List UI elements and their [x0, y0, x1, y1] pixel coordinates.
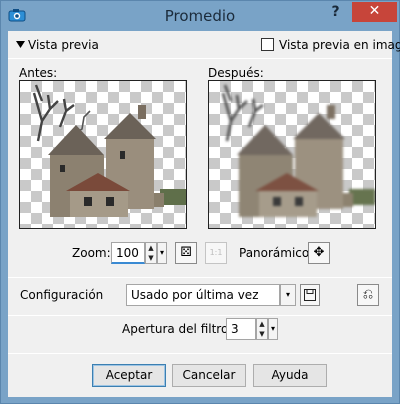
- dialog-body: Vista previa Vista previa en imagen Ante…: [8, 31, 400, 397]
- after-preview-image[interactable]: [208, 80, 376, 229]
- zoom-input[interactable]: 100: [111, 242, 145, 264]
- filter-aperture-label: Apertura del filtro:: [122, 322, 233, 336]
- panoramic-label: Panorámico:: [239, 246, 314, 260]
- reset-icon[interactable]: ⎌: [357, 284, 379, 306]
- dice-icon[interactable]: ⚄: [175, 242, 197, 264]
- zoom-dropdown[interactable]: ▾: [157, 242, 167, 264]
- accept-button[interactable]: Aceptar: [92, 364, 166, 387]
- divider: [8, 277, 392, 278]
- divider: [8, 353, 392, 354]
- before-label: Antes:: [19, 66, 58, 80]
- castle-image-blurred: [221, 84, 375, 217]
- close-icon[interactable]: ✕: [352, 2, 397, 22]
- preview-toggle-label[interactable]: Vista previa: [28, 38, 99, 52]
- filter-aperture-dropdown[interactable]: ▾: [268, 318, 278, 340]
- zoom-label: Zoom:: [72, 246, 111, 260]
- zoom-spinner[interactable]: ▲ ▼: [145, 242, 157, 264]
- floppy-disk-glyph: [304, 289, 316, 301]
- one-to-one-icon[interactable]: 1:1: [205, 242, 227, 264]
- divider: [8, 315, 392, 316]
- preview-in-image-checkbox[interactable]: [261, 38, 274, 51]
- settings-select[interactable]: Usado por última vez: [126, 284, 280, 306]
- chevron-down-icon[interactable]: ▾: [280, 284, 296, 306]
- castle-image: [32, 84, 186, 217]
- triangle-down-icon[interactable]: [16, 41, 25, 48]
- help-icon[interactable]: ?: [322, 2, 349, 22]
- after-label: Después:: [208, 66, 264, 80]
- settings-label: Configuración: [20, 288, 104, 302]
- dialog-window: Promedio ? ✕ Vista previa Vista previa e…: [0, 0, 400, 404]
- before-preview-image[interactable]: [19, 80, 187, 229]
- floppy-disk-icon[interactable]: [300, 284, 320, 306]
- divider: [8, 58, 392, 59]
- help-button[interactable]: Ayuda: [253, 364, 327, 387]
- cancel-button[interactable]: Cancelar: [172, 364, 246, 387]
- title-bar[interactable]: Promedio ? ✕: [1, 1, 399, 31]
- filter-aperture-spinner[interactable]: ▲ ▼: [256, 318, 268, 340]
- preview-in-image-label[interactable]: Vista previa en imagen: [279, 38, 400, 52]
- filter-aperture-input[interactable]: 3: [226, 318, 256, 340]
- move-arrows-icon[interactable]: ✥: [308, 242, 330, 264]
